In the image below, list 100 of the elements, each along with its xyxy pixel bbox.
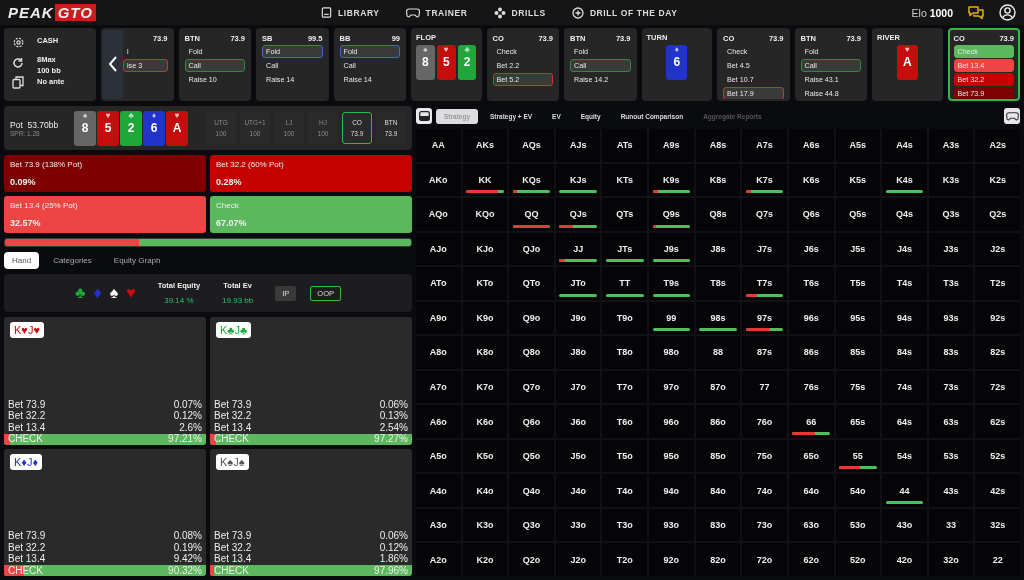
hand-cell[interactable]: 54s [882, 439, 927, 473]
nav-link[interactable]: DRILL OF THE DAY [571, 6, 678, 19]
gamepad-button[interactable] [1004, 108, 1020, 124]
hand-cell[interactable]: 52o [835, 543, 881, 576]
hand-cell[interactable]: 95o [649, 439, 694, 473]
nav-link[interactable]: LIBRARY [320, 6, 380, 19]
hand-cell[interactable]: 63o [788, 508, 834, 542]
hand-cell[interactable]: J6s [788, 232, 834, 266]
hand-cell[interactable]: T3s [928, 267, 974, 300]
action-frequency-card[interactable]: Bet 13.4 (25% Pot) 32.57% [4, 196, 206, 233]
hand-cell[interactable]: K5o [462, 439, 508, 473]
hand-cell[interactable]: T5s [835, 267, 881, 300]
hand-cell[interactable]: KQo [462, 198, 508, 231]
hand-cell[interactable]: T5o [602, 439, 648, 473]
hand-cell[interactable]: 43o [882, 508, 927, 542]
hand-cell[interactable]: J4o [555, 474, 601, 507]
hand-cell[interactable]: K9o [462, 301, 508, 335]
hand-cell[interactable]: K3s [928, 163, 974, 197]
hand-cell[interactable]: T9o [602, 301, 648, 335]
hand-cell[interactable]: 83o [695, 508, 741, 542]
hand-cell[interactable]: KQs [509, 163, 554, 197]
hand-cell[interactable]: J9s [649, 232, 694, 266]
hand-cell[interactable]: A7o [416, 370, 461, 404]
hand-cell[interactable]: 65o [788, 439, 834, 473]
hand-cell[interactable]: 96o [649, 405, 694, 438]
hand-cell[interactable]: AA [416, 129, 461, 162]
hand-cell[interactable]: 82s [975, 336, 1020, 369]
hand-cell[interactable]: K4s [882, 163, 927, 197]
hand-cell[interactable]: 98o [649, 336, 694, 369]
hand-cell[interactable]: 33 [928, 508, 974, 542]
hand-cell[interactable]: 87s [742, 336, 787, 369]
hand-cell[interactable]: J7s [742, 232, 787, 266]
hand-cell[interactable]: J6o [555, 405, 601, 438]
hand-cell[interactable]: Q5o [509, 439, 554, 473]
hand-cell[interactable]: 85s [835, 336, 881, 369]
hand-cell[interactable]: K7s [742, 163, 787, 197]
hand-cell[interactable]: 97s [742, 301, 787, 335]
hand-cell[interactable]: Q4s [882, 198, 927, 231]
hand-cell[interactable]: AQo [416, 198, 461, 231]
hand-cell[interactable]: Q5s [835, 198, 881, 231]
hand-cell[interactable]: 54o [835, 474, 881, 507]
hand-cell[interactable]: 86o [695, 405, 741, 438]
refresh-icon[interactable] [12, 56, 24, 69]
hand-cell[interactable]: 42s [975, 474, 1020, 507]
hand-cell[interactable]: 76o [742, 405, 787, 438]
hand-cell[interactable]: J8o [555, 336, 601, 369]
hand-cell[interactable]: 76s [788, 370, 834, 404]
hand-cell[interactable]: AJo [416, 232, 461, 266]
hand-cell[interactable]: 32s [975, 508, 1020, 542]
hand-cell[interactable]: T8s [695, 267, 741, 300]
chat-icon[interactable] [967, 4, 985, 21]
hand-cell[interactable]: A9s [649, 129, 694, 162]
hand-cell[interactable]: 92o [649, 543, 694, 576]
hand-cell[interactable]: 44 [882, 474, 927, 507]
hand-cell[interactable]: 84s [882, 336, 927, 369]
hand-cell[interactable]: QQ [509, 198, 554, 231]
hand-cell[interactable]: J9o [555, 301, 601, 335]
hand-cell[interactable]: 62s [975, 405, 1020, 438]
hand-cell[interactable]: T3o [602, 508, 648, 542]
hand-cell[interactable]: Q7s [742, 198, 787, 231]
hand-cell[interactable]: 88 [695, 336, 741, 369]
hand-cell[interactable]: Q6s [788, 198, 834, 231]
hand-cell[interactable]: T6o [602, 405, 648, 438]
hand-cell[interactable]: T2s [975, 267, 1020, 300]
hand-cell[interactable]: K2o [462, 543, 508, 576]
hand-cell[interactable]: ATs [602, 129, 648, 162]
hand-cell[interactable]: KTs [602, 163, 648, 197]
hand-cell[interactable]: A9o [416, 301, 461, 335]
hand-cell[interactable]: 87o [695, 370, 741, 404]
hand-cell[interactable]: 22 [975, 543, 1020, 576]
hand-cell[interactable]: A3s [928, 129, 974, 162]
hand-cell[interactable]: KJs [555, 163, 601, 197]
hand-cell[interactable]: K6o [462, 405, 508, 438]
hand-cell[interactable]: 82o [695, 543, 741, 576]
hand-cell[interactable]: A2o [416, 543, 461, 576]
hand-cell[interactable]: AQs [509, 129, 554, 162]
hand-cell[interactable]: K8s [695, 163, 741, 197]
hand-cell[interactable]: T9s [649, 267, 694, 300]
hand-cell[interactable]: Q8o [509, 336, 554, 369]
hand-cell[interactable]: 66 [788, 405, 834, 438]
hand-cell[interactable]: T4o [602, 474, 648, 507]
hand-cell[interactable]: 93s [928, 301, 974, 335]
hand-cell[interactable]: J5o [555, 439, 601, 473]
hand-cell[interactable]: J3o [555, 508, 601, 542]
hand-cell[interactable]: K2s [975, 163, 1020, 197]
hand-cell[interactable]: 84o [695, 474, 741, 507]
hand-cell[interactable]: 72s [975, 370, 1020, 404]
hand-cell[interactable]: J2o [555, 543, 601, 576]
hand-cell[interactable]: K9s [649, 163, 694, 197]
suit-filter[interactable]: ♠ [109, 284, 119, 302]
hand-cell[interactable]: 43s [928, 474, 974, 507]
hand-cell[interactable]: KJo [462, 232, 508, 266]
copy-icon[interactable] [12, 76, 24, 89]
hand-cell[interactable]: T7o [602, 370, 648, 404]
hand-cell[interactable]: A5s [835, 129, 881, 162]
hand-cell[interactable]: 77 [742, 370, 787, 404]
hand-cell[interactable]: 96s [788, 301, 834, 335]
hand-cell[interactable]: JTs [602, 232, 648, 266]
hand-cell[interactable]: 63s [928, 405, 974, 438]
hand-cell[interactable]: K3o [462, 508, 508, 542]
